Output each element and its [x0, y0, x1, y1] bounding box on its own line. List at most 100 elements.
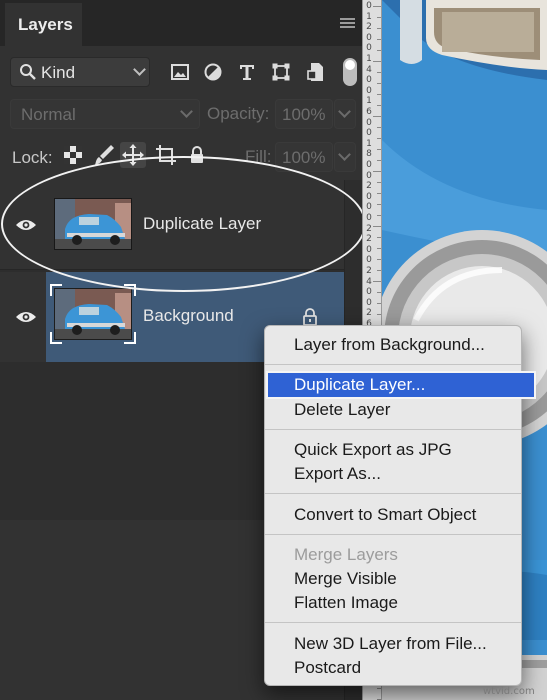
ruler-tick	[373, 171, 381, 172]
watermark: wtvid.com	[483, 686, 535, 697]
menu-item-export-as[interactable]: Export As...	[265, 462, 521, 486]
eye-icon	[16, 312, 36, 322]
ruler-tick	[377, 688, 381, 689]
ruler-tick	[377, 204, 381, 205]
ruler-label: 1	[366, 11, 372, 22]
filter-type-label: Kind	[41, 63, 76, 82]
ruler-tick	[373, 61, 381, 62]
ruler-label: 1	[366, 138, 372, 149]
fill-dropdown[interactable]	[334, 142, 356, 172]
menu-separator	[265, 534, 521, 535]
ruler-tick	[377, 17, 381, 18]
menu-separator	[265, 364, 521, 365]
ruler-tick	[377, 138, 381, 139]
panel-menu-icon[interactable]	[340, 18, 355, 29]
ruler-label: 0	[366, 160, 372, 170]
ruler-tick	[377, 28, 381, 29]
menu-separator	[265, 429, 521, 430]
lock-label: Lock:	[12, 148, 53, 167]
menu-item-merge-visible[interactable]: Merge Visible	[265, 567, 521, 591]
menu-separator	[265, 622, 521, 623]
ruler-tick	[377, 248, 381, 249]
ruler-label: 0	[366, 202, 372, 213]
ruler-tick	[377, 182, 381, 183]
ruler-label: 0	[366, 287, 372, 298]
ruler-label: 2	[366, 234, 372, 245]
chevron-down-icon	[133, 63, 146, 76]
ruler-tick	[373, 6, 381, 7]
ruler-label: 0	[366, 170, 372, 181]
ruler-tick	[377, 193, 381, 194]
ruler-label: 0	[366, 255, 372, 266]
adjustment-filter-icon[interactable]	[201, 60, 225, 84]
opacity-dropdown[interactable]	[334, 99, 356, 129]
menu-item-layer-from-background[interactable]: Layer from Background...	[265, 333, 521, 357]
shape-filter-icon[interactable]	[269, 60, 293, 84]
ruler-label: 0	[366, 128, 372, 139]
ruler-tick	[377, 94, 381, 95]
ruler-tick	[377, 127, 381, 128]
filter-toggle-switch[interactable]	[343, 58, 357, 86]
visibility-toggle[interactable]	[0, 272, 46, 362]
ruler-label: 1	[366, 96, 372, 107]
ruler-tick	[377, 215, 381, 216]
ruler-tick	[373, 116, 381, 117]
ruler-tick	[377, 72, 381, 73]
menu-item-duplicate-layer[interactable]: Duplicate Layer...	[266, 371, 536, 399]
ruler-label: 0	[366, 191, 372, 202]
menu-item-postcard[interactable]: Postcard	[265, 656, 521, 680]
ruler-label: 0	[366, 213, 372, 223]
type-filter-icon[interactable]	[235, 60, 259, 84]
ruler-tick	[377, 149, 381, 150]
ruler-tick	[377, 259, 381, 260]
lock-transparent-pixels-icon[interactable]	[60, 142, 86, 168]
ruler-label: 0	[366, 297, 372, 308]
search-icon	[19, 63, 37, 86]
image-filter-icon[interactable]	[168, 60, 192, 84]
ruler-label: 2	[366, 308, 372, 319]
ruler-label: 2	[366, 181, 372, 192]
ruler-tick	[377, 105, 381, 106]
ruler-tick	[377, 39, 381, 40]
menu-item-delete-layer[interactable]: Delete Layer	[265, 398, 521, 422]
panel-tab-strip: Layers	[0, 0, 362, 46]
filter-type-select[interactable]: Kind	[10, 57, 150, 87]
blend-mode-label: Normal	[21, 105, 76, 124]
layer-context-menu: Layer from Background... Duplicate Layer…	[264, 325, 536, 686]
ruler-label: 4	[366, 276, 372, 287]
menu-item-flatten-image[interactable]: Flatten Image	[265, 591, 521, 615]
ruler-tick	[377, 314, 381, 315]
ruler-label: 2	[366, 223, 372, 234]
ruler-tick	[377, 237, 381, 238]
annotation-oval	[1, 156, 366, 292]
ruler-label: 0	[366, 117, 372, 128]
ruler-tick	[377, 50, 381, 51]
ruler-tick	[377, 292, 381, 293]
thumbnail-selection-frame	[50, 284, 136, 344]
opacity-label: Opacity:	[207, 104, 270, 123]
ruler-tick	[377, 160, 381, 161]
ruler-label: 0	[366, 75, 372, 86]
tab-layers[interactable]: Layers	[5, 3, 82, 46]
blend-mode-select[interactable]: Normal	[10, 99, 200, 129]
ruler-label: 2	[366, 266, 372, 276]
menu-separator	[265, 493, 521, 494]
ruler-label: 0	[366, 32, 372, 43]
menu-item-new-3d-layer[interactable]: New 3D Layer from File...	[265, 632, 521, 656]
menu-item-merge-layers: Merge Layers	[294, 545, 398, 564]
opacity-field[interactable]: 100%	[275, 99, 333, 129]
ruler-label: 1	[366, 54, 372, 64]
smart-object-filter-icon[interactable]	[304, 60, 328, 84]
ruler-label: 8	[366, 149, 372, 160]
layer-name: Background	[143, 306, 234, 325]
ruler-label: 0	[366, 1, 372, 11]
ruler-label: 6	[366, 107, 372, 117]
menu-item-quick-export-jpg[interactable]: Quick Export as JPG	[265, 438, 521, 462]
ruler-label: 4	[366, 64, 372, 75]
ruler-label: 0	[366, 85, 372, 96]
menu-item-convert-smart-object[interactable]: Convert to Smart Object	[265, 503, 521, 527]
ruler-label: 0	[366, 244, 372, 255]
ruler-tick	[373, 281, 381, 282]
ruler-tick	[373, 226, 381, 227]
ruler-label: 2	[366, 22, 372, 33]
